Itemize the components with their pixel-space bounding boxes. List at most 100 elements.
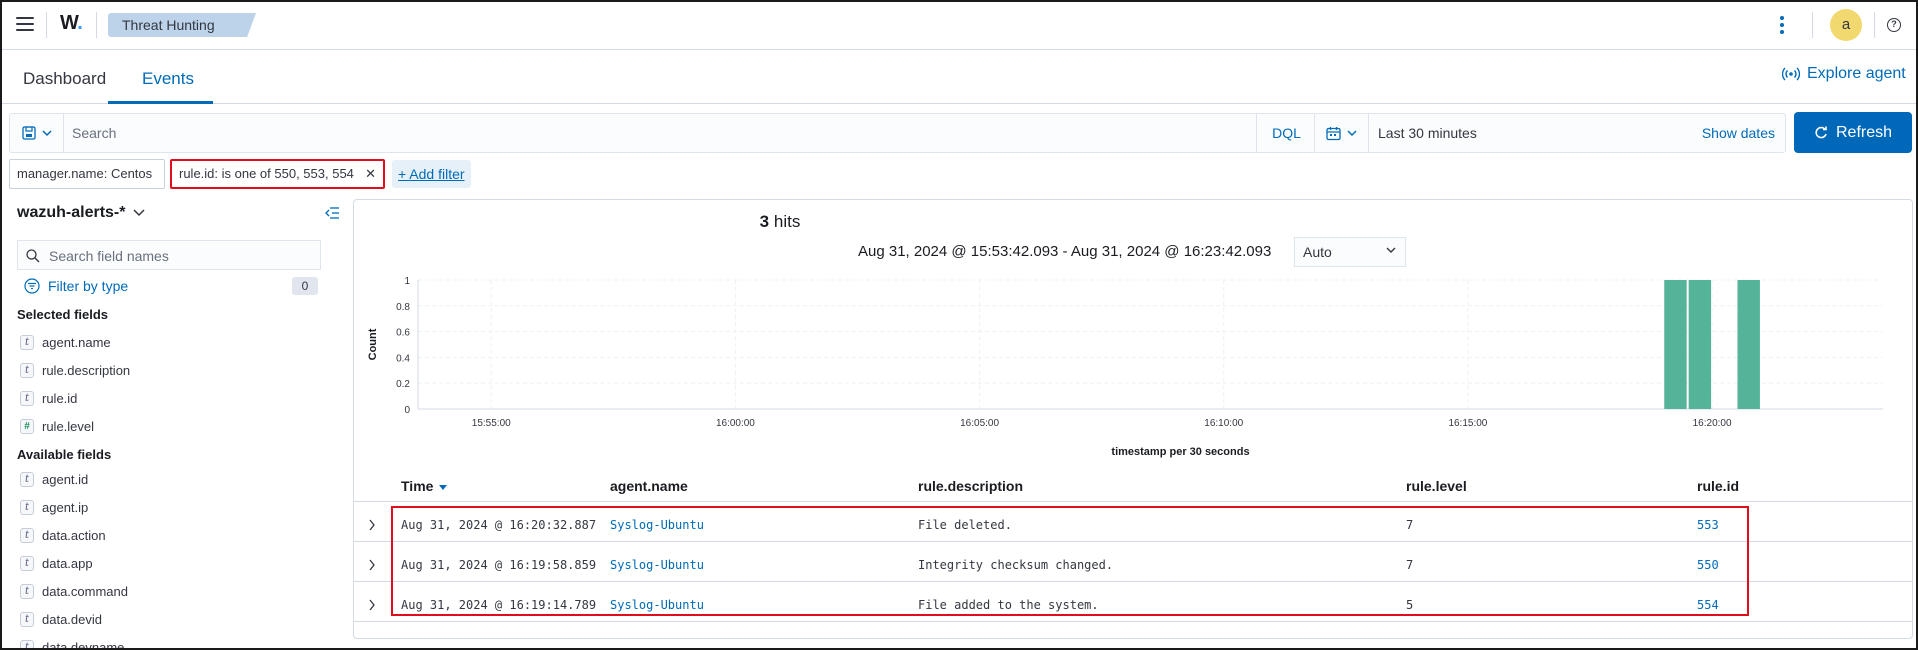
cell-rule-description: File deleted. (918, 518, 1012, 532)
help-icon[interactable]: ? (1887, 18, 1901, 32)
cell-rule-level: 7 (1406, 518, 1414, 532)
x-tick-label: 16:10:00 (1204, 418, 1243, 429)
field-type-token: t (20, 611, 34, 627)
x-tick-label: 16:05:00 (960, 418, 999, 429)
field-item[interactable]: t data.command (20, 581, 128, 601)
expand-row-icon[interactable] (368, 558, 376, 574)
histogram-bar[interactable] (1737, 280, 1760, 409)
field-type-token: t (20, 471, 34, 487)
interval-select[interactable]: Auto (1294, 237, 1406, 267)
field-name: data.devid (42, 611, 102, 627)
cell-rule-description: File added to the system. (918, 598, 1099, 612)
cell-rule-level: 5 (1406, 598, 1414, 612)
field-type-token: t (20, 499, 34, 515)
hits-label: hits (773, 212, 801, 231)
field-item[interactable]: t agent.id (20, 469, 88, 489)
field-name: agent.ip (42, 499, 89, 515)
close-icon[interactable]: ✕ (365, 161, 376, 187)
date-picker: Last 30 minutes Show dates (1314, 113, 1786, 153)
cell-rule-id-link[interactable]: 553 (1697, 518, 1719, 532)
cell-rule-id[interactable]: 553 (1697, 518, 1719, 532)
header-divider (1812, 12, 1813, 38)
cell-agent-name-link[interactable]: Syslog-Ubuntu (610, 598, 704, 612)
histogram-chart: 0 0.2 0.4 0.6 0.8 1 15:55:00 16:00:00 16:05:00 16… (367, 276, 1883, 458)
cell-agent-name-link[interactable]: Syslog-Ubuntu (610, 518, 704, 532)
explore-agent-label: Explore agent (1807, 65, 1906, 82)
histogram-bar[interactable] (1688, 280, 1712, 409)
add-filter-button[interactable]: + Add filter (392, 160, 471, 188)
cell-rule-id[interactable]: 550 (1697, 558, 1719, 572)
x-tick-label: 16:00:00 (716, 418, 755, 429)
cell-time: Aug 31, 2024 @ 16:19:14.789 (401, 598, 597, 612)
quick-date-menu-button[interactable] (1315, 114, 1369, 152)
field-name: agent.id (42, 471, 89, 487)
user-avatar[interactable]: a (1830, 9, 1862, 41)
refresh-label: Refresh (1835, 123, 1893, 141)
field-type-token: t (20, 555, 34, 571)
sort-down-icon (439, 485, 448, 490)
cell-time: Aug 31, 2024 @ 16:19:58.859 (401, 558, 597, 572)
column-header-rule-level[interactable]: rule.level (1406, 478, 1467, 494)
hits-counter: 3 hits (0, 212, 1560, 232)
x-axis-title: timestamp per 30 seconds (1111, 446, 1249, 458)
y-tick-label: 0.2 (396, 379, 410, 390)
y-tick-label: 1 (404, 276, 410, 287)
field-item[interactable]: t data.app (20, 553, 93, 573)
header-divider (1874, 12, 1875, 38)
cell-rule-id[interactable]: 554 (1697, 598, 1719, 612)
x-tick-label: 16:15:00 (1448, 418, 1487, 429)
field-type-token: t (20, 583, 34, 599)
cell-agent-name[interactable]: Syslog-Ubuntu (610, 518, 704, 532)
y-tick-label: 0 (404, 405, 410, 416)
field-name: data.command (42, 583, 128, 599)
cell-rule-description: Integrity checksum changed. (918, 558, 1114, 572)
field-type-token: t (20, 639, 34, 648)
refresh-icon (1815, 126, 1827, 138)
column-header-rule-id[interactable]: rule.id (1697, 478, 1739, 494)
calendar-icon (1326, 126, 1341, 140)
query-language-button[interactable]: DQL (1256, 114, 1316, 152)
y-axis-title: Count (367, 328, 379, 360)
y-tick-label: 0.6 (396, 328, 410, 339)
x-tick-label: 15:55:00 (472, 418, 511, 429)
expand-row-icon[interactable] (368, 598, 376, 614)
cell-rule-id-link[interactable]: 550 (1697, 558, 1719, 572)
chevron-down-icon (1386, 247, 1396, 253)
field-item[interactable]: t data.action (20, 525, 106, 545)
field-item[interactable]: t data.devid (20, 609, 102, 629)
table-row-divider (354, 581, 1912, 582)
more-options-icon[interactable] (1780, 16, 1784, 34)
field-type-token: t (20, 527, 34, 543)
histogram-bar[interactable] (1664, 280, 1687, 409)
table-row-divider (354, 541, 1912, 542)
cell-agent-name-link[interactable]: Syslog-Ubuntu (610, 558, 704, 572)
y-tick-label: 0.8 (396, 302, 410, 313)
table-row-divider (354, 621, 1912, 622)
chevron-down-icon (1347, 129, 1357, 136)
cell-rule-id-link[interactable]: 554 (1697, 598, 1719, 612)
interval-value: Auto (1303, 244, 1332, 260)
hits-count: 3 (759, 212, 770, 231)
broadcast-icon (1782, 67, 1800, 81)
time-range-display[interactable]: Last 30 minutes (1378, 125, 1477, 141)
expand-row-icon[interactable] (368, 518, 376, 534)
field-item[interactable]: t data.devname (20, 637, 124, 648)
column-header-agent-name[interactable]: agent.name (610, 478, 688, 494)
column-header-rule-description[interactable]: rule.description (918, 478, 1023, 494)
results-date-range: Aug 31, 2024 @ 15:53:42.093 - Aug 31, 20… (858, 243, 1272, 260)
cell-time: Aug 31, 2024 @ 16:20:32.887 (401, 518, 597, 532)
cell-agent-name[interactable]: Syslog-Ubuntu (610, 558, 704, 572)
cell-rule-level: 7 (1406, 558, 1414, 572)
field-name: data.app (42, 555, 93, 571)
refresh-button[interactable]: Refresh (1794, 112, 1912, 153)
field-item[interactable]: t agent.ip (20, 497, 88, 517)
y-tick-label: 0.4 (396, 353, 410, 364)
field-name: data.devname (42, 639, 125, 649)
field-name: data.action (42, 527, 106, 543)
explore-agent-button[interactable]: Explore agent (1782, 65, 1906, 83)
column-header-time[interactable]: Time (401, 478, 448, 494)
cell-agent-name[interactable]: Syslog-Ubuntu (610, 598, 704, 612)
table-header-divider (354, 501, 1912, 502)
show-dates-link[interactable]: Show dates (1702, 125, 1775, 141)
x-tick-label: 16:20:00 (1693, 418, 1732, 429)
